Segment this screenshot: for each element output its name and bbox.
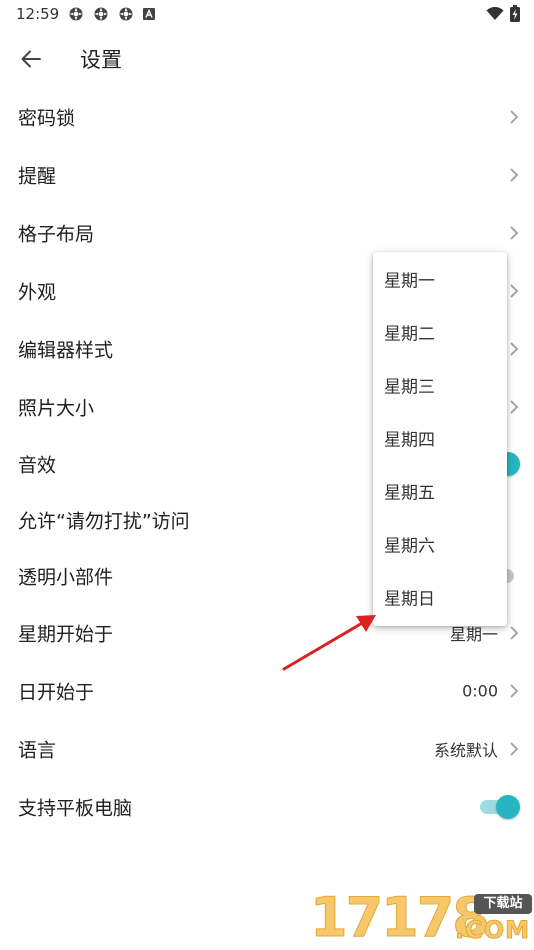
status-right [486, 5, 520, 22]
chevron-right-icon [510, 168, 519, 182]
setting-value: 0:00 [462, 681, 498, 701]
setting-row-password-lock[interactable]: 密码锁 [0, 88, 534, 146]
setting-label: 允许“请勿打扰”访问 [18, 510, 190, 533]
chevron-right-icon [510, 110, 519, 124]
setting-label: 提醒 [18, 165, 57, 188]
option-label: 星期四 [384, 430, 435, 450]
setting-label: 照片大小 [18, 397, 95, 420]
chevron-right-icon [510, 742, 519, 756]
chevron-right-icon [510, 226, 519, 240]
chevron-right-icon [510, 284, 519, 298]
app-bar: 设置 [0, 28, 534, 88]
option-label: 星期一 [384, 271, 435, 291]
setting-label: 密码锁 [18, 107, 76, 130]
chevron-right-icon [510, 684, 519, 698]
setting-row-day-start[interactable]: 日开始于 0:00 [0, 662, 534, 720]
week-start-option-saturday[interactable]: 星期六 [373, 517, 507, 570]
back-button[interactable] [14, 42, 48, 76]
wifi-icon [486, 6, 504, 20]
week-start-option-wednesday[interactable]: 星期三 [373, 358, 507, 411]
setting-value: 系统默认 [433, 741, 498, 760]
week-start-option-monday[interactable]: 星期一 [373, 252, 507, 305]
chevron-right-icon [510, 342, 519, 356]
settings-gear-icon [69, 7, 83, 21]
page-title: 设置 [80, 48, 122, 72]
option-label: 星期三 [384, 377, 435, 397]
setting-label: 语言 [18, 739, 57, 762]
chevron-right-icon [510, 626, 519, 640]
week-start-option-tuesday[interactable]: 星期二 [373, 305, 507, 358]
annotation-arrow-icon [282, 615, 376, 671]
battery-charging-icon [510, 5, 520, 22]
setting-label: 格子布局 [18, 223, 95, 246]
watermark-badge: 下载站 [474, 894, 532, 914]
tablet-support-toggle[interactable] [478, 795, 520, 819]
watermark-badge-text: 下载站 [483, 896, 523, 911]
toggle-thumb [496, 795, 520, 819]
option-label: 星期六 [384, 536, 435, 556]
setting-label: 外观 [18, 281, 57, 304]
chevron-right-icon [510, 400, 519, 414]
option-label: 星期日 [384, 589, 435, 609]
setting-label: 日开始于 [18, 681, 95, 704]
setting-label: 星期开始于 [18, 623, 114, 646]
setting-label: 支持平板电脑 [18, 797, 133, 820]
week-start-option-friday[interactable]: 星期五 [373, 464, 507, 517]
watermark-suffix: .COM [454, 916, 530, 945]
week-start-option-thursday[interactable]: 星期四 [373, 411, 507, 464]
arrow-left-icon [21, 50, 41, 68]
option-label: 星期五 [384, 483, 435, 503]
setting-row-tablet-support[interactable]: 支持平板电脑 [0, 778, 534, 836]
status-time: 12:59 [16, 5, 60, 23]
settings-gear-icon [94, 7, 108, 21]
option-label: 星期二 [384, 324, 435, 344]
week-start-dropdown: 星期一 星期二 星期三 星期四 星期五 星期六 星期日 [373, 252, 507, 626]
week-start-option-sunday[interactable]: 星期日 [373, 570, 507, 623]
watermark-logo: 17178 下载站 .COM [310, 886, 534, 950]
a-box-icon [143, 8, 155, 20]
setting-row-language[interactable]: 语言 系统默认 [0, 720, 534, 778]
setting-label: 编辑器样式 [18, 339, 114, 362]
setting-label: 透明小部件 [18, 566, 114, 589]
setting-row-reminder[interactable]: 提醒 [0, 146, 534, 204]
status-bar: 12:59 [0, 0, 534, 28]
setting-label: 音效 [18, 454, 57, 477]
settings-gear-icon [119, 7, 133, 21]
